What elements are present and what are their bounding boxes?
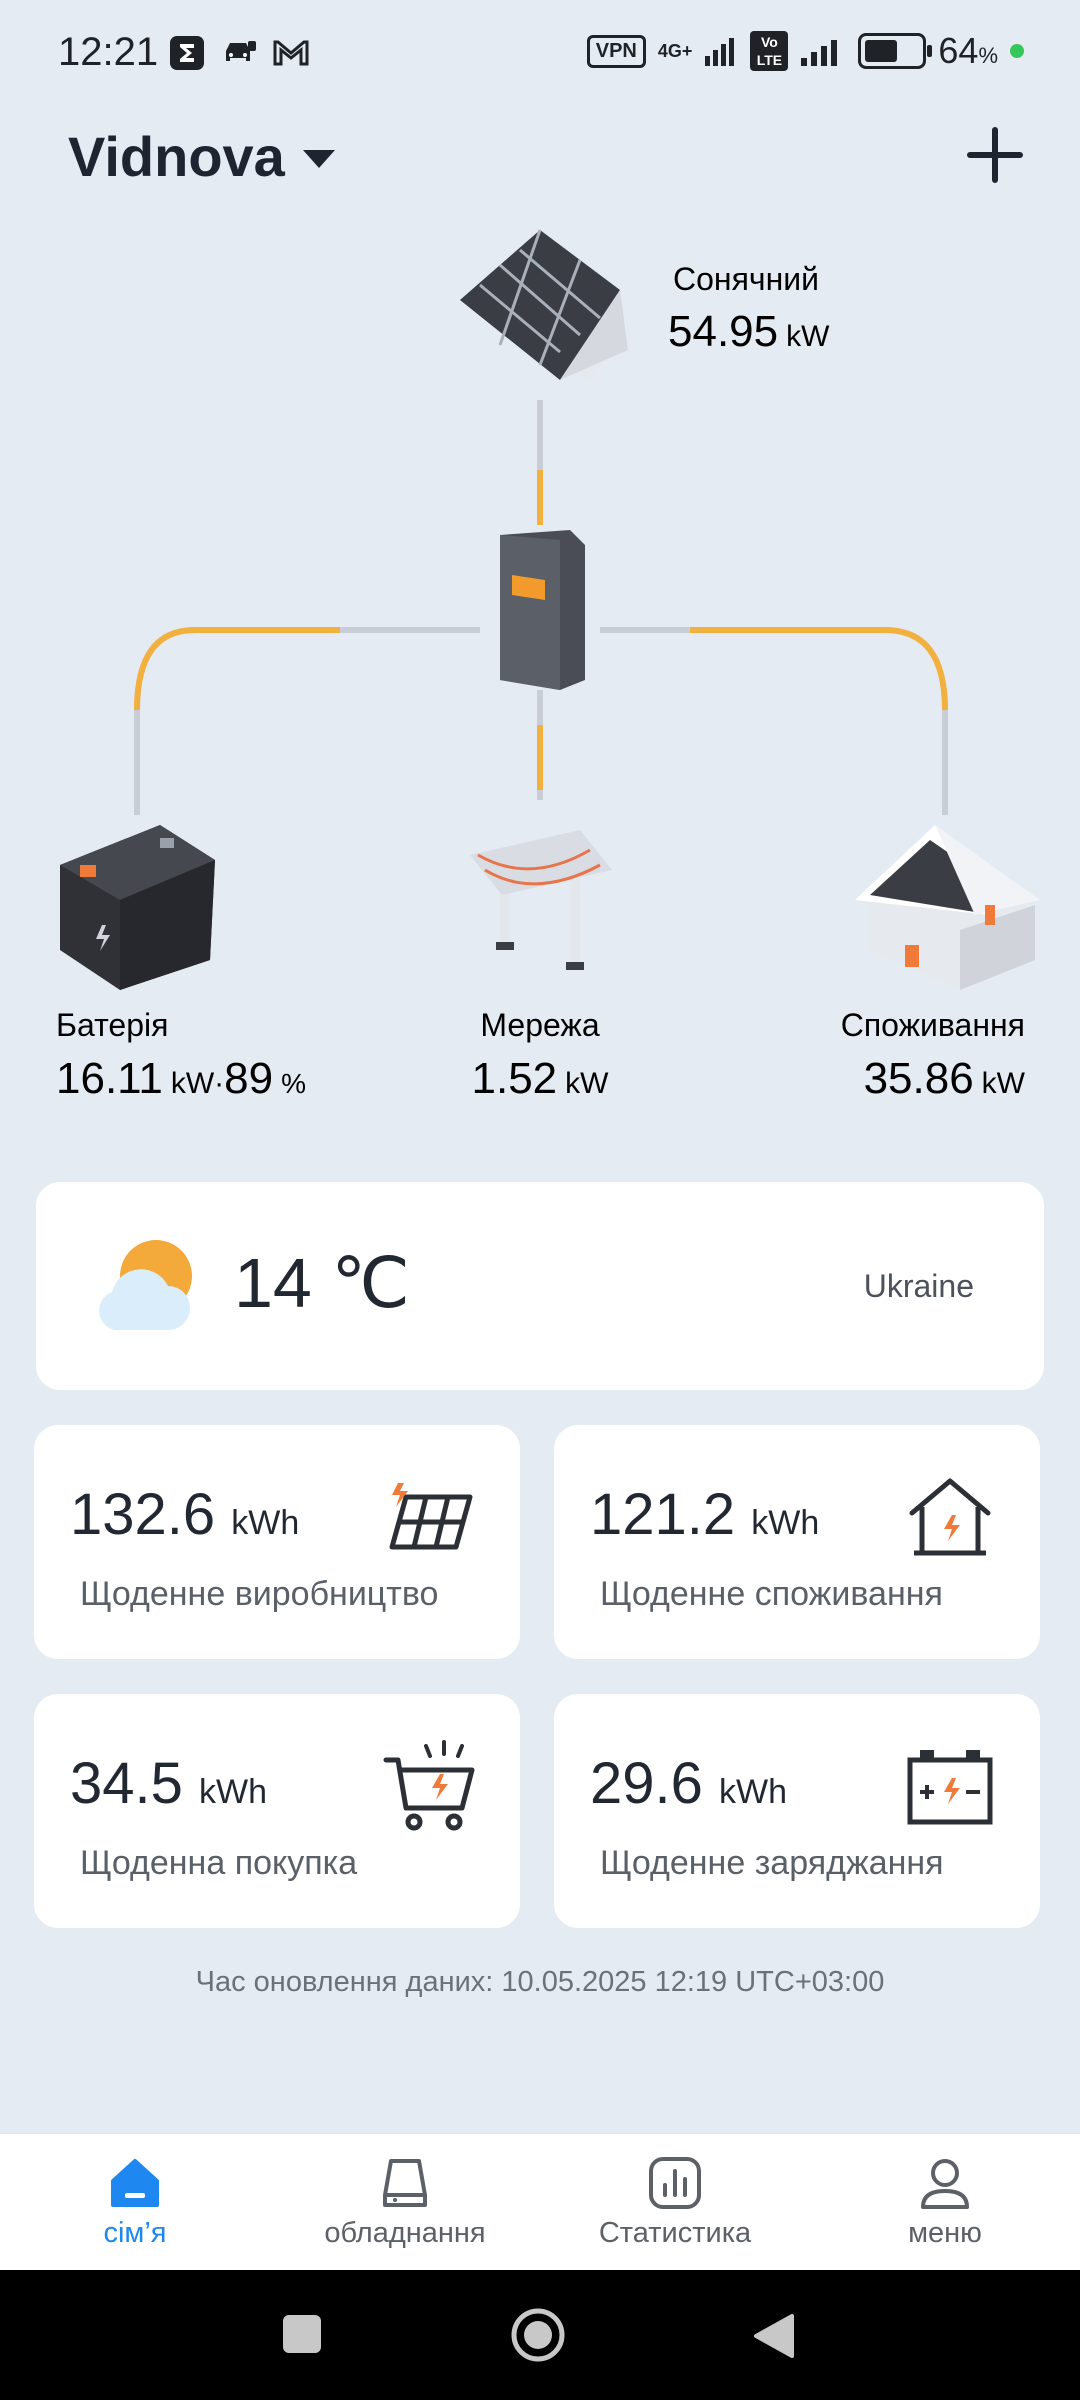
solar-panel-image: [460, 229, 628, 380]
daily-consumption-card[interactable]: 121.2 kWh Щоденне споживання: [554, 1425, 1040, 1659]
network-type: 4G+: [657, 41, 693, 61]
daily-purchase-card[interactable]: 34.5 kWh Щоденна покупка: [34, 1694, 520, 1928]
signal-icon-2: [801, 40, 838, 66]
chevron-down-icon: [302, 149, 335, 168]
system-navigation-bar: [0, 2270, 1080, 2400]
partly-cloudy-icon: [99, 1240, 192, 1330]
home-button[interactable]: [510, 2307, 566, 2363]
update-time: Час оновлення даних: 10.05.2025 12:19 UT…: [195, 1966, 885, 1998]
chart-icon: [649, 2157, 701, 2209]
privacy-dot: [1010, 44, 1024, 58]
shopping-cart-icon: [383, 1740, 475, 1831]
solar-panel-icon: [389, 1483, 473, 1550]
daily-consumption-label: Щоденне споживання: [600, 1575, 943, 1613]
device-icon: [383, 2159, 427, 2207]
daily-purchase-value: 34.5 kWh: [70, 1751, 268, 1816]
status-bar: 12:21 VPN 4G+ Vo LTE 64%: [0, 0, 1080, 110]
back-button[interactable]: [752, 2312, 796, 2360]
sigma-app-icon: [168, 34, 206, 72]
weather-temperature: 14 ℃: [234, 1244, 410, 1322]
home-icon: [111, 2159, 159, 2207]
solar-value: 54.95 kW: [668, 307, 830, 356]
consumption-label: Споживання: [841, 1007, 1025, 1043]
volte-badge: Vo LTE: [750, 31, 789, 71]
grid-label: Мережа: [480, 1007, 599, 1043]
status-time: 12:21: [58, 30, 159, 74]
vpn-badge: VPN: [586, 34, 646, 68]
nav-statistics[interactable]: Статистика: [540, 2134, 810, 2271]
plus-icon[interactable]: [960, 120, 1030, 190]
site-name: Vidnova: [68, 125, 285, 188]
nav-menu[interactable]: меню: [810, 2134, 1080, 2271]
daily-production-card[interactable]: 132.6 kWh Щоденне виробництво: [34, 1425, 520, 1659]
signal-icon: [705, 38, 735, 66]
nav-menu-label: меню: [908, 2217, 982, 2249]
battery-icon: [858, 33, 933, 69]
bottom-nav: сім’я обладнання Статистика меню: [0, 2133, 1080, 2271]
battery-image: [60, 825, 215, 990]
recents-button[interactable]: [283, 2315, 321, 2353]
grid-value: 1.52 kW: [472, 1054, 610, 1103]
daily-purchase-label: Щоденна покупка: [80, 1844, 358, 1882]
nav-home[interactable]: сім’я: [0, 2134, 270, 2271]
battery-label: Батерія: [56, 1007, 168, 1043]
daily-charging-value: 29.6 kWh: [590, 1751, 788, 1816]
nav-devices-label: обладнання: [324, 2217, 486, 2249]
consumption-value: 35.86 kW: [864, 1054, 1026, 1103]
weather-location: Ukraine: [863, 1268, 974, 1304]
solar-label: Сонячний: [673, 261, 819, 297]
grid-pylon-image: [470, 830, 612, 970]
battery-percent: 64%: [938, 30, 998, 71]
daily-consumption-value: 121.2 kWh: [590, 1482, 820, 1547]
energy-flow-diagram: Сонячний 54.95 kW Батерія 16.11 kW·89% Мер…: [56, 229, 1040, 1103]
weather-card[interactable]: 14 ℃ Ukraine: [36, 1182, 1044, 1390]
system-status: VPN 4G+ Vo LTE 64%: [586, 30, 1024, 72]
daily-production-value: 132.6 kWh: [70, 1482, 300, 1547]
nav-devices[interactable]: обладнання: [270, 2134, 540, 2271]
user-icon: [921, 2159, 969, 2209]
daily-charging-label: Щоденне заряджання: [600, 1844, 944, 1882]
battery-value: 16.11 kW·89%: [56, 1054, 306, 1103]
daily-charging-card[interactable]: 29.6 kWh Щоденне заряджання: [554, 1694, 1040, 1928]
battery-charge-icon: [907, 1750, 993, 1825]
nav-home-label: сім’я: [103, 2217, 167, 2249]
site-selector[interactable]: Vidnova: [68, 124, 335, 189]
house-icon: [909, 1478, 991, 1556]
notification-icons: [168, 34, 310, 72]
car-icon: [220, 34, 258, 72]
gmail-icon: [272, 34, 310, 72]
daily-production-label: Щоденне виробництво: [80, 1575, 439, 1613]
house-image: [855, 825, 1040, 990]
inverter-image: [500, 530, 585, 690]
nav-statistics-label: Статистика: [598, 2217, 752, 2249]
